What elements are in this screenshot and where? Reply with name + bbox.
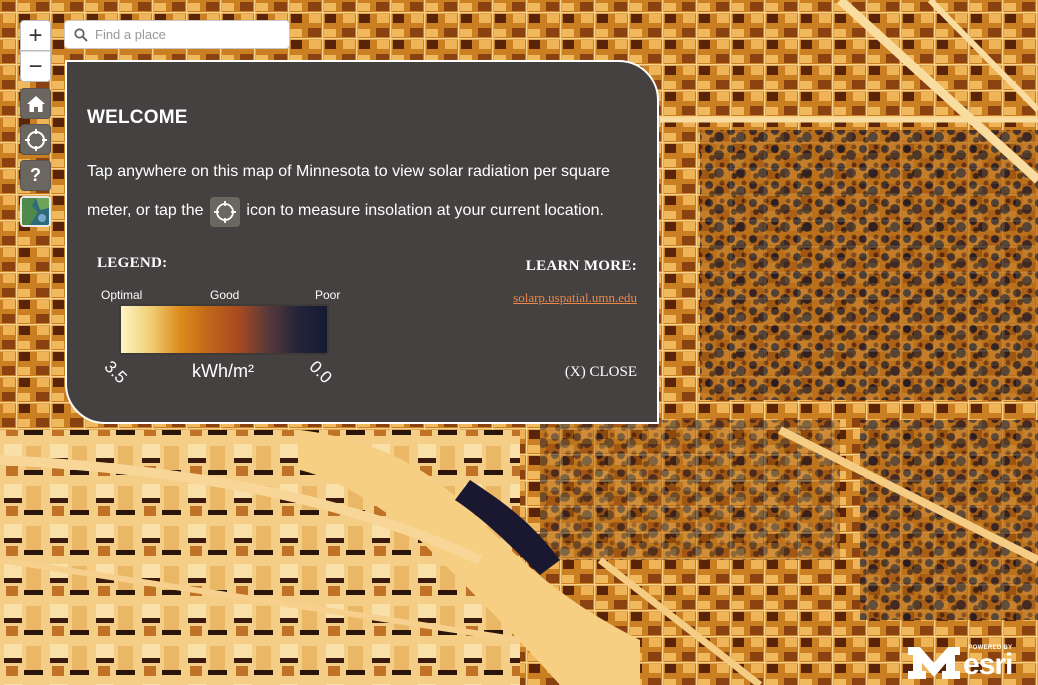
legend-units: kWh/m² bbox=[192, 361, 254, 381]
legend-title: LEGEND: bbox=[97, 255, 168, 271]
basemap-thumbnail-icon bbox=[22, 198, 49, 225]
welcome-title: WELCOME bbox=[87, 107, 188, 128]
zoom-in-button[interactable]: + bbox=[20, 20, 51, 51]
learn-more-link[interactable]: solarp.uspatial.umn.edu bbox=[513, 290, 637, 306]
legend-poor-label: Poor bbox=[315, 288, 341, 302]
zoom-out-button[interactable]: − bbox=[20, 51, 51, 82]
crosshair-icon bbox=[24, 128, 47, 151]
welcome-text-after: icon to measure insolation at your curre… bbox=[246, 202, 604, 219]
legend-color-ramp bbox=[119, 304, 329, 355]
close-button[interactable]: (X) CLOSE bbox=[565, 364, 637, 381]
locate-button[interactable] bbox=[20, 124, 51, 155]
search-input[interactable] bbox=[93, 27, 275, 42]
learn-more-title: LEARN MORE: bbox=[525, 258, 637, 274]
help-button[interactable]: ? bbox=[20, 160, 51, 191]
welcome-panel: WELCOME Tap anywhere on this map of Minn… bbox=[65, 60, 659, 424]
legend-max-value: 3.5 bbox=[100, 357, 131, 388]
welcome-text: Tap anywhere on this map of Minnesota to… bbox=[87, 152, 627, 230]
basemap-toggle-button[interactable] bbox=[20, 196, 51, 227]
legend-optimal-label: Optimal bbox=[101, 288, 143, 302]
home-button[interactable] bbox=[20, 88, 51, 119]
home-icon bbox=[26, 95, 45, 112]
search-icon bbox=[69, 23, 93, 47]
esri-name: esri bbox=[963, 648, 1013, 681]
help-icon: ? bbox=[30, 165, 41, 185]
umn-logo bbox=[908, 647, 960, 684]
search-box[interactable] bbox=[64, 20, 290, 49]
crosshair-icon bbox=[209, 197, 240, 227]
esri-logo: POWERED BY esri bbox=[963, 645, 1013, 681]
legend-min-value: 0.0 bbox=[305, 357, 336, 388]
legend-good-label: Good bbox=[210, 288, 240, 302]
